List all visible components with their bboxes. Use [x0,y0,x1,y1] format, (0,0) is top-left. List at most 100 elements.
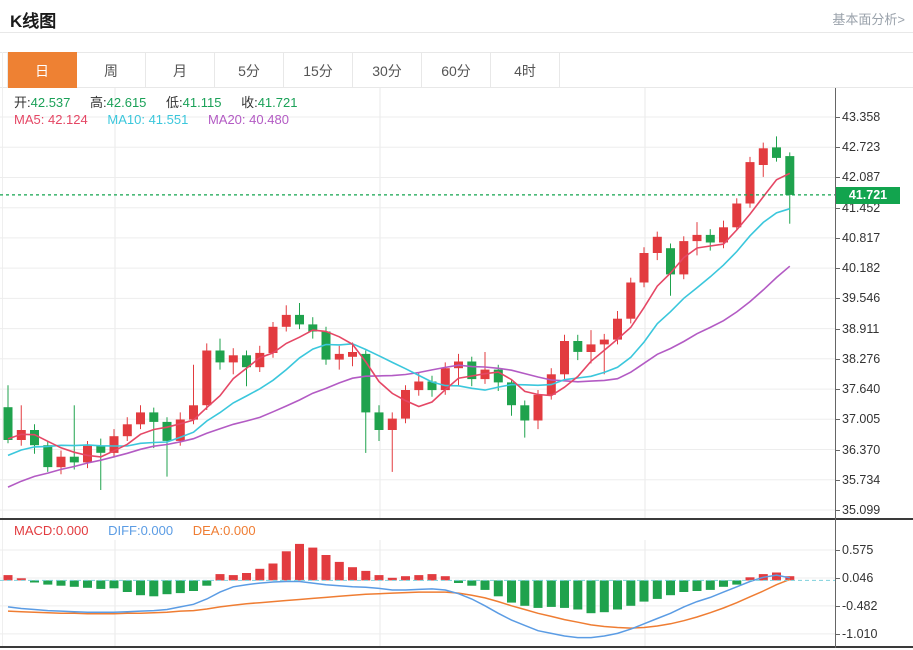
candle [653,232,662,261]
ma20-readout: MA20: 40.480 [208,112,289,127]
macd-bar [149,580,158,596]
macd-bar [176,580,185,593]
candle [467,357,476,387]
ma-readout: MA5: 42.124 MA10: 41.551 MA20: 40.480 [14,112,305,127]
y-axis-label: 36.370 [842,442,880,458]
ma5-readout: MA5: 42.124 [14,112,88,127]
macd-bar [428,574,437,580]
macd-bar [189,580,198,591]
tab-4hour[interactable]: 4时 [491,52,560,88]
pane-separator [0,518,913,520]
tab-15min[interactable]: 15分 [284,52,353,88]
macd-bar [242,573,251,580]
macd-bar [255,569,264,581]
tab-month[interactable]: 月 [146,52,215,88]
fundamental-analysis-link[interactable]: 基本面分析> [832,9,905,28]
macd-bar [361,571,370,581]
macd-bar [732,580,741,584]
last-price-tag: 41.721 [836,187,900,204]
tab-week[interactable]: 周 [77,52,146,88]
candle [600,334,609,374]
macd-bar [494,580,503,596]
macd-bar [666,580,675,595]
macd-histogram [4,544,795,613]
macd-bar [335,562,344,581]
macd-bar [573,580,582,609]
macd-axis-label: -0.482 [842,598,877,614]
macd-bar [163,580,172,594]
candle [255,346,264,372]
macd-bar [57,580,66,585]
macd-bar [375,575,384,580]
candle [4,385,13,443]
macd-chart-canvas[interactable] [0,540,836,648]
interval-tabs: 日周月5分15分30分60分4时 [7,52,560,88]
macd-bar [110,580,119,588]
macd-axis-label: -1.010 [842,626,877,642]
candle [17,405,26,445]
candle [70,405,79,469]
ohlc-readout: 开:42.537 高:42.615 低:41.115 收:41.721 [14,92,313,111]
candle [375,405,384,441]
diff-value: DIFF:0.000 [108,523,173,538]
macd-bar [560,580,569,608]
y-axis-label: 42.087 [842,169,880,185]
candle [216,339,225,370]
macd-bar [693,580,702,591]
bottom-border [0,646,913,648]
candlestick-series [4,136,795,490]
macd-bar [269,564,278,581]
macd-bar [348,567,357,580]
tab-5min[interactable]: 5分 [215,52,284,88]
candle [388,412,397,472]
macd-bar [547,580,556,607]
y-axis-label: 35.099 [842,502,880,518]
macd-bar [216,574,225,580]
candle [640,247,649,287]
macd-bar [481,580,490,590]
macd-bar [202,580,211,585]
candle [110,429,119,458]
page-title: K线图 [10,7,56,32]
macd-bar [414,575,423,580]
candle [573,335,582,360]
candle [202,343,211,410]
candle [772,136,781,161]
tab-day[interactable]: 日 [8,52,77,88]
candle [335,346,344,370]
macd-bar [679,580,688,592]
macd-bar [136,580,145,595]
macd-bar [229,575,238,580]
macd-bar [308,548,317,581]
macd-bar [43,580,52,584]
macd-bar [467,580,476,585]
macd-bar [507,580,516,602]
candlestick-chart-canvas[interactable] [0,88,836,519]
tab-30min[interactable]: 30分 [353,52,422,88]
macd-bar [587,580,596,613]
macd-axis-label: 0.046 [842,570,873,586]
y-axis-label: 40.182 [842,260,880,276]
candle [123,417,132,441]
macd-bar [534,580,543,608]
candle [746,157,755,208]
macd-bar [613,580,622,609]
y-axis-label: 35.734 [842,472,880,488]
macd-bar [520,580,529,605]
macd-bar [322,555,331,580]
macd-bar [70,580,79,586]
macd-bar [626,580,635,605]
dea-value: DEA:0.000 [193,523,256,538]
macd-bar [600,580,609,612]
y-axis-label: 38.911 [842,321,879,337]
macd-bar [401,576,410,580]
tab-60min[interactable]: 60分 [422,52,491,88]
open-readout: 开:42.537 [14,95,70,110]
macd-bar [4,575,13,580]
y-axis-line [835,88,836,648]
candle [308,317,317,338]
candle [626,278,635,324]
candle [189,365,198,425]
candle [136,405,145,429]
ma10-readout: MA10: 41.551 [107,112,188,127]
